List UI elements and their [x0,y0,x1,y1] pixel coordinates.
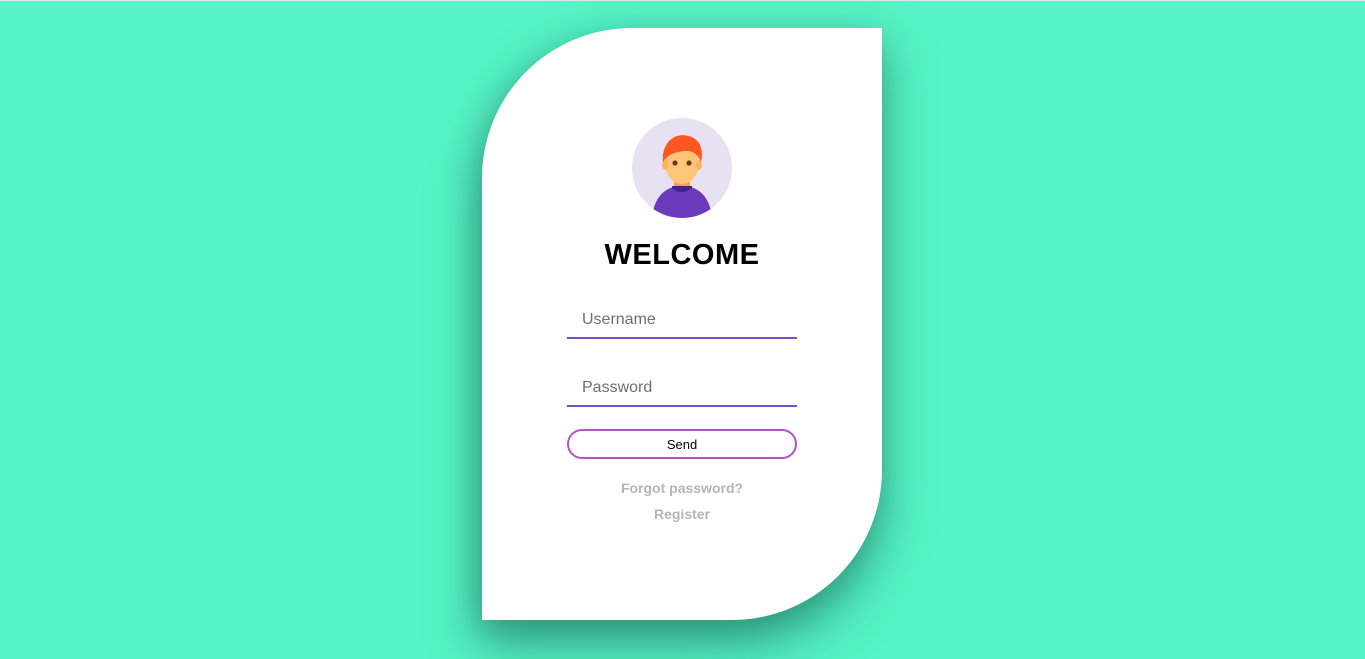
username-input[interactable] [567,303,797,339]
forgot-password-link[interactable]: Forgot password? [482,480,882,496]
password-input[interactable] [567,371,797,407]
top-divider [0,0,1365,1]
send-button[interactable]: Send [567,429,797,459]
page-title: WELCOME [604,239,760,271]
register-link[interactable]: Register [482,506,882,522]
user-avatar-icon [632,118,732,218]
login-card: WELCOME Send Forgot password? Register [482,28,882,620]
